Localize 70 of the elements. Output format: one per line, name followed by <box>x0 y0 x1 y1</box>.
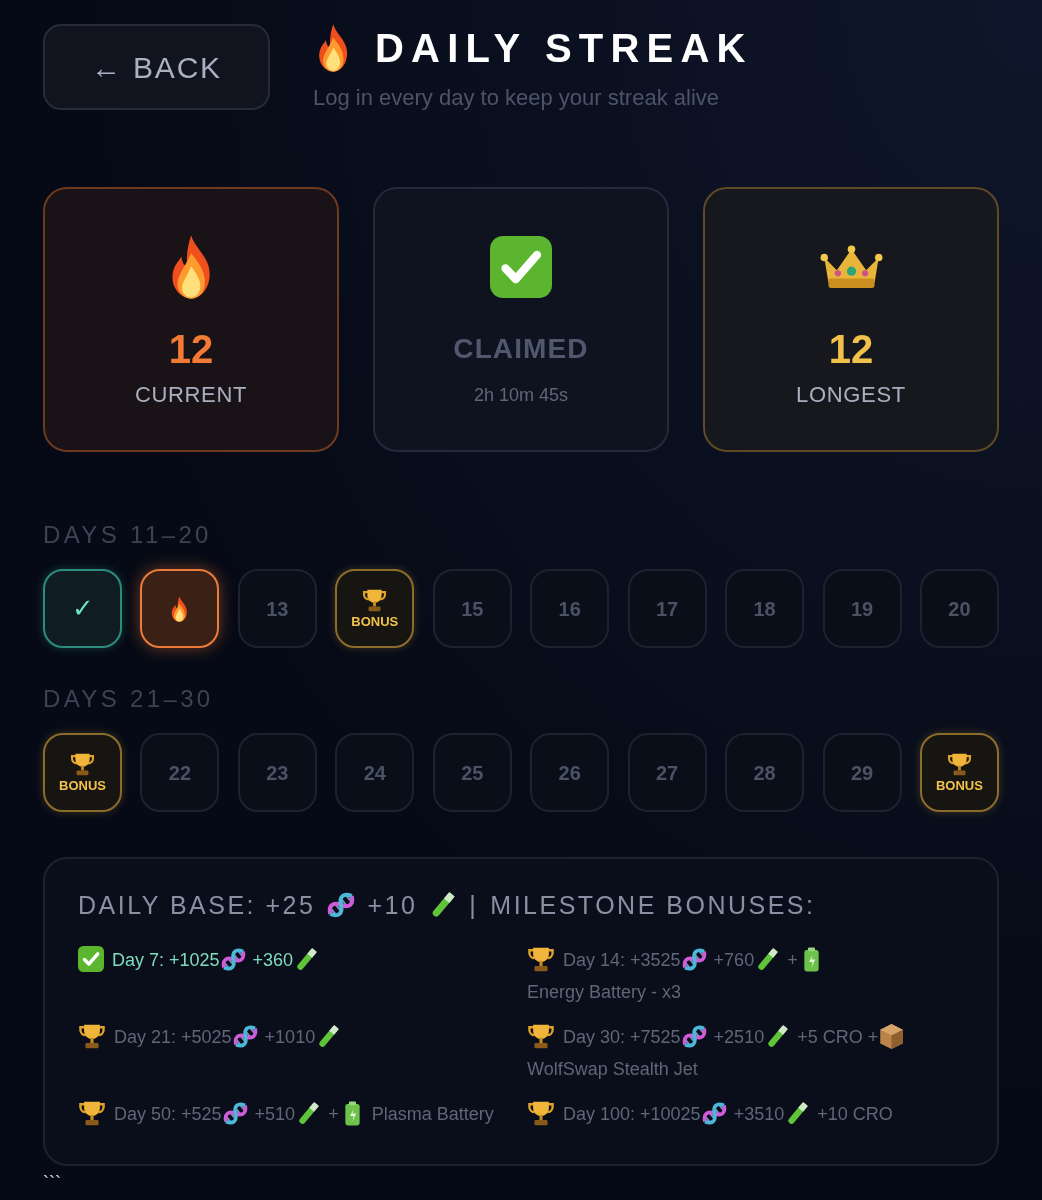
bonus-label: BONUS <box>59 778 106 793</box>
day-tile: 23 <box>237 733 317 812</box>
stat-label: LONGEST <box>796 381 906 409</box>
milestone-text: Day 30: +7525 <box>563 1027 681 1047</box>
dna-icon <box>701 1101 727 1126</box>
rewards-heading-text: MILESTONE BONUSES: <box>490 890 816 921</box>
bonus-label: BONUS <box>935 778 983 793</box>
page-title: DAILY STREAK <box>375 25 753 72</box>
day-tile: 20 <box>919 569 999 648</box>
section-heading: DAYS 21–30 <box>43 686 214 712</box>
day-tile: 25 <box>432 733 512 812</box>
trophy-icon <box>70 752 95 776</box>
milestone-text: +760 <box>713 950 755 970</box>
day-tile: 15 <box>432 569 512 648</box>
check-icon <box>490 236 552 298</box>
milestone-text: +360 <box>252 950 294 970</box>
bonus-label: BONUS <box>351 614 399 629</box>
milestone-text: +5 CRO + <box>797 1027 879 1047</box>
day-tile: 28 <box>725 733 805 812</box>
day-tile: ✓ <box>43 569 122 648</box>
stat-label: 2h 10m 45s <box>473 384 569 407</box>
rewards-heading-text: | <box>469 890 479 921</box>
day-tile: 18 <box>725 569 805 648</box>
dna-icon <box>220 947 246 972</box>
crown-icon <box>819 245 883 289</box>
trophy-icon <box>946 752 972 776</box>
fire-icon <box>318 24 349 72</box>
day-tile: 24 <box>335 733 415 812</box>
dna-icon <box>681 947 707 972</box>
dna-icon <box>681 1024 707 1049</box>
stat-value: CLAIMED <box>453 332 589 366</box>
backticks-text: ``` <box>43 1172 61 1194</box>
dna-icon <box>327 891 356 919</box>
back-button[interactable]: ← BACK <box>43 24 270 110</box>
page-subtitle: Log in every day to keep your streak alive <box>313 84 719 112</box>
fire-icon <box>170 235 212 299</box>
rewards-heading-text: DAILY BASE: +25 <box>78 890 316 921</box>
section-heading: DAYS 11–20 <box>43 522 212 548</box>
milestone-text: Day 7: +1025 <box>112 950 220 970</box>
trophy-icon <box>362 588 388 612</box>
milestone-text: +510 <box>254 1104 296 1124</box>
day-tile: 17 <box>627 569 707 648</box>
milestone-text: +10 CRO <box>817 1104 893 1124</box>
box-icon <box>879 1024 905 1049</box>
day-tile: 16 <box>530 569 610 648</box>
milestone-text: Plasma Battery <box>371 1104 494 1124</box>
stat-value: 12 <box>828 329 874 369</box>
day-tile: 22 <box>140 733 220 812</box>
milestone-text: Energy Battery - x3 <box>527 982 682 1002</box>
stat-value: 12 <box>168 329 214 369</box>
day-tile: 26 <box>530 733 610 812</box>
milestone-text: Day 14: +3525 <box>563 950 681 970</box>
milestone-text: +2510 <box>713 1027 765 1047</box>
dna-icon <box>232 1024 258 1049</box>
milestone-text: Day 21: +5025 <box>114 1027 232 1047</box>
day-tile: 27 <box>627 733 707 812</box>
day-tile: 13 <box>237 569 317 648</box>
milestone-text: + <box>328 1104 339 1124</box>
fire-icon <box>171 595 189 622</box>
stat-label: CURRENT <box>134 381 248 409</box>
milestone-text: Day 100: +10025 <box>563 1104 701 1124</box>
day-tile: 29 <box>822 733 902 812</box>
day-tile: 19 <box>822 569 902 648</box>
milestone-text: Day 50: +525 <box>114 1104 222 1124</box>
milestone-text: + <box>787 950 798 970</box>
dna-icon <box>222 1101 248 1126</box>
milestone-text: +1010 <box>264 1027 316 1047</box>
milestone-text: WolfSwap Stealth Jet <box>527 1059 698 1079</box>
rewards-heading-text: +10 <box>367 890 418 921</box>
milestone-text: +3510 <box>733 1104 785 1124</box>
